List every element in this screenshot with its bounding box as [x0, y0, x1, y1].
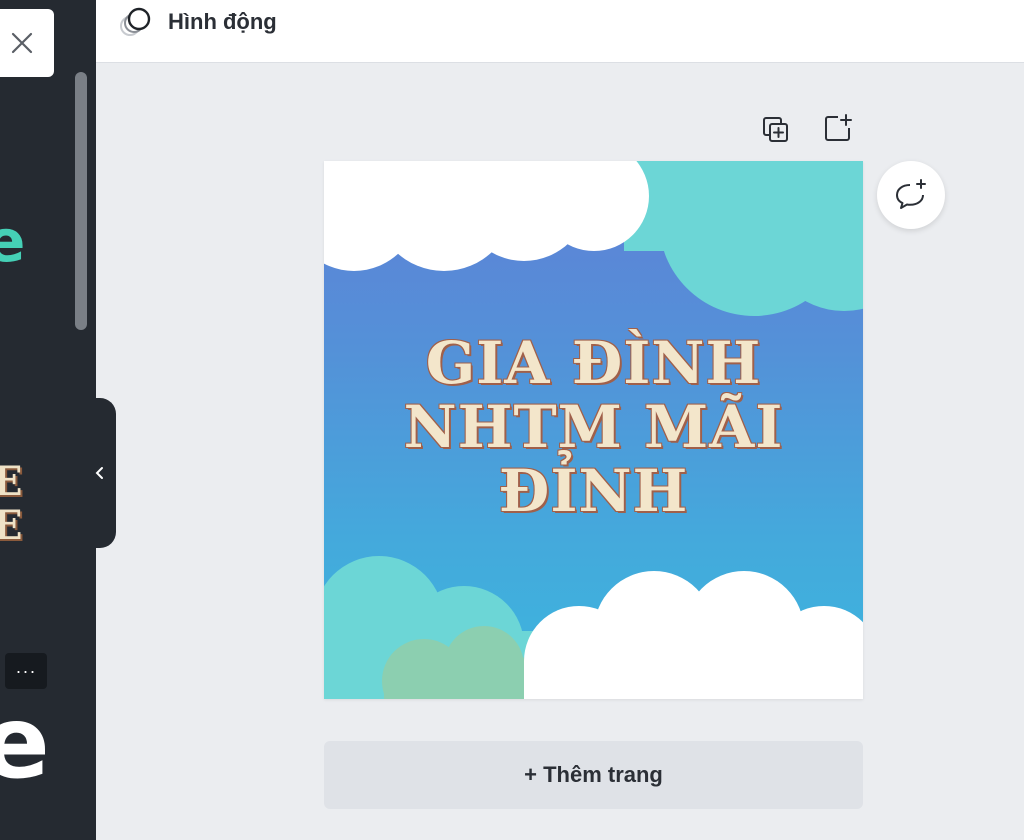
- animate-button[interactable]: Hình động: [118, 4, 277, 40]
- template-thumb-big-letter[interactable]: e: [0, 688, 50, 798]
- animate-icon: [120, 7, 151, 36]
- design-page[interactable]: GIA ĐÌNH NHTM MÃI ĐỈNH: [324, 161, 863, 699]
- duplicate-icon: [763, 117, 788, 142]
- title-line: NHTM MÃI: [403, 393, 784, 461]
- add-page-icon-button[interactable]: [822, 112, 854, 144]
- close-icon: [11, 32, 33, 54]
- duplicate-page-button[interactable]: [760, 114, 792, 146]
- add-page-icon: [825, 114, 852, 141]
- design-title[interactable]: GIA ĐÌNH NHTM MÃI ĐỈNH: [324, 331, 863, 523]
- animate-label: Hình động: [168, 9, 277, 34]
- title-line: GIA ĐÌNH: [425, 329, 762, 397]
- editor-toolbar: Hình động: [96, 0, 1024, 63]
- side-panel: e E E ··· e: [0, 0, 96, 840]
- chevron-left-icon: [95, 467, 103, 479]
- panel-scrollbar[interactable]: [75, 72, 87, 330]
- collapse-panel-button[interactable]: [84, 398, 116, 548]
- add-comment-icon: [896, 179, 926, 209]
- add-page-button[interactable]: + Thêm trang: [324, 741, 863, 809]
- title-line: ĐỈNH: [498, 457, 689, 525]
- add-comment-button[interactable]: [877, 161, 945, 229]
- letter-stack-line: E: [0, 502, 23, 549]
- close-panel-button[interactable]: [0, 9, 54, 77]
- letter-stack-line: E: [0, 458, 23, 505]
- template-thumb-swirl[interactable]: e: [0, 212, 25, 270]
- template-thumb-letters[interactable]: E E: [0, 460, 23, 548]
